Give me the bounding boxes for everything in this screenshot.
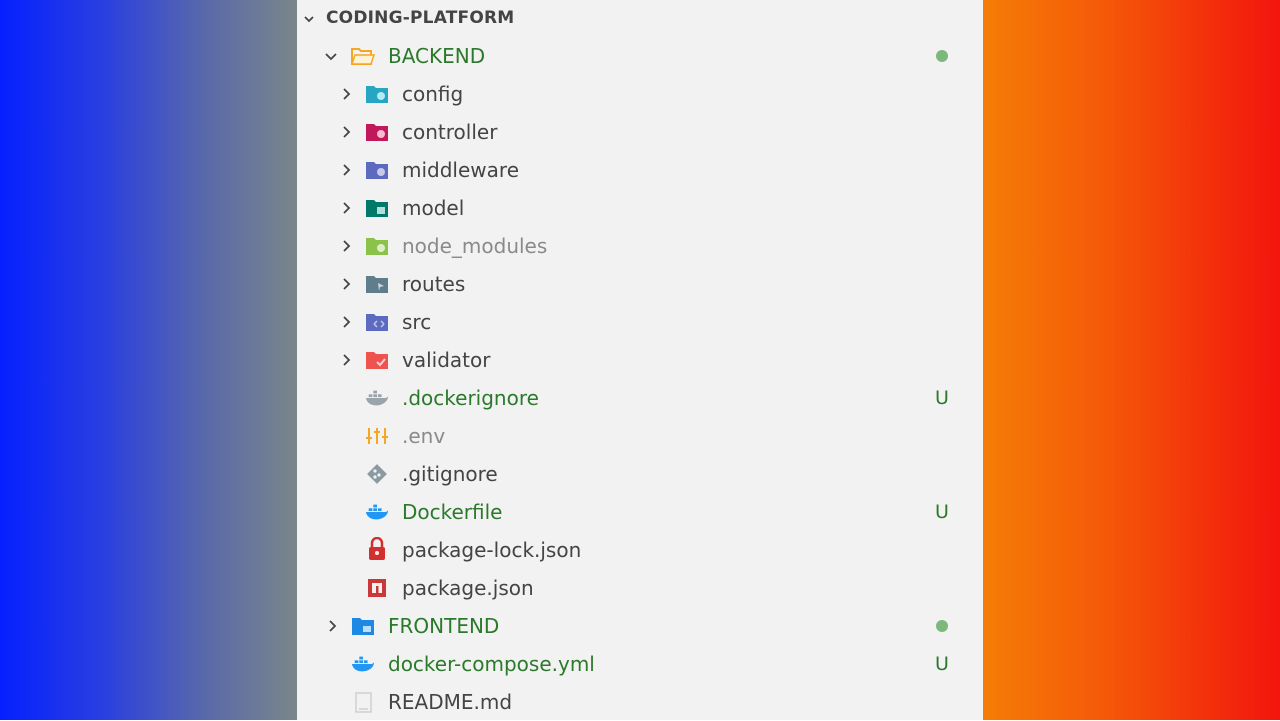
- file-label: package.json: [402, 576, 534, 600]
- explorer-root-row[interactable]: CODING-PLATFORM: [297, 0, 983, 38]
- file-env-row[interactable]: .env: [297, 417, 983, 455]
- file-package-json-row[interactable]: package.json: [297, 569, 983, 607]
- folder-backend-label: BACKEND: [388, 44, 486, 68]
- env-settings-icon: [365, 425, 389, 447]
- file-label: .gitignore: [402, 462, 498, 486]
- lock-icon: [365, 537, 389, 560]
- npm-icon: [365, 577, 389, 599]
- background-right-gradient: [983, 0, 1280, 720]
- routes-folder-icon: [365, 273, 389, 295]
- folder-config-row[interactable]: config: [297, 75, 983, 113]
- folder-backend-row[interactable]: BACKEND: [297, 37, 983, 75]
- file-label: Dockerfile: [402, 500, 503, 524]
- file-label: package-lock.json: [402, 538, 582, 562]
- folder-frontend-label: FRONTEND: [388, 614, 500, 638]
- git-icon: [365, 463, 389, 485]
- folder-label: model: [402, 196, 465, 220]
- folder-src-row[interactable]: src: [297, 303, 983, 341]
- folder-label: validator: [402, 348, 491, 372]
- background-left-gradient: [0, 0, 297, 720]
- modified-dot-indicator: [936, 620, 948, 632]
- controller-folder-icon: [365, 121, 389, 143]
- untracked-badge: U: [935, 387, 949, 409]
- file-readme-row[interactable]: README.md: [297, 683, 983, 721]
- chevron-right-icon: [338, 276, 354, 292]
- file-dockerignore-row[interactable]: .dockerignore U: [297, 379, 983, 417]
- chevron-right-icon: [338, 352, 354, 368]
- docker-icon: [365, 387, 389, 409]
- untracked-badge: U: [935, 501, 949, 523]
- readme-file-icon: [351, 691, 375, 713]
- folder-middleware-row[interactable]: middleware: [297, 151, 983, 189]
- folder-validator-row[interactable]: validator: [297, 341, 983, 379]
- docker-icon: [351, 653, 375, 675]
- chevron-right-icon: [324, 618, 340, 634]
- file-label: docker-compose.yml: [388, 652, 595, 676]
- node-modules-folder-icon: [365, 235, 389, 257]
- file-label: .env: [402, 424, 446, 448]
- file-label: README.md: [388, 690, 513, 714]
- chevron-right-icon: [338, 162, 354, 178]
- file-gitignore-row[interactable]: .gitignore: [297, 455, 983, 493]
- chevron-down-icon: [323, 48, 339, 64]
- folder-label: middleware: [402, 158, 519, 182]
- chevron-right-icon: [338, 86, 354, 102]
- explorer-root-label: CODING-PLATFORM: [326, 8, 515, 28]
- chevron-right-icon: [338, 124, 354, 140]
- docker-icon: [365, 501, 389, 523]
- folder-frontend-row[interactable]: FRONTEND: [297, 607, 983, 645]
- folder-routes-row[interactable]: routes: [297, 265, 983, 303]
- file-label: .dockerignore: [402, 386, 539, 410]
- folder-label: config: [402, 82, 464, 106]
- folder-label: controller: [402, 120, 498, 144]
- folder-node-modules-row[interactable]: node_modules: [297, 227, 983, 265]
- file-package-lock-row[interactable]: package-lock.json: [297, 531, 983, 569]
- src-folder-icon: [365, 311, 389, 333]
- frontend-folder-icon: [351, 615, 375, 637]
- config-folder-icon: [365, 83, 389, 105]
- chevron-down-icon: [301, 11, 317, 27]
- folder-label: src: [402, 310, 432, 334]
- folder-open-icon: [351, 45, 375, 67]
- folder-label: routes: [402, 272, 466, 296]
- folder-model-row[interactable]: model: [297, 189, 983, 227]
- validator-folder-icon: [365, 349, 389, 371]
- file-explorer-panel: CODING-PLATFORM BACKEND config controlle…: [297, 0, 983, 720]
- file-docker-compose-row[interactable]: docker-compose.yml U: [297, 645, 983, 683]
- modified-dot-indicator: [936, 50, 948, 62]
- chevron-right-icon: [338, 314, 354, 330]
- folder-label: node_modules: [402, 234, 548, 258]
- chevron-right-icon: [338, 238, 354, 254]
- untracked-badge: U: [935, 653, 949, 675]
- middleware-folder-icon: [365, 159, 389, 181]
- file-dockerfile-row[interactable]: Dockerfile U: [297, 493, 983, 531]
- model-folder-icon: [365, 197, 389, 219]
- chevron-right-icon: [338, 200, 354, 216]
- folder-controller-row[interactable]: controller: [297, 113, 983, 151]
